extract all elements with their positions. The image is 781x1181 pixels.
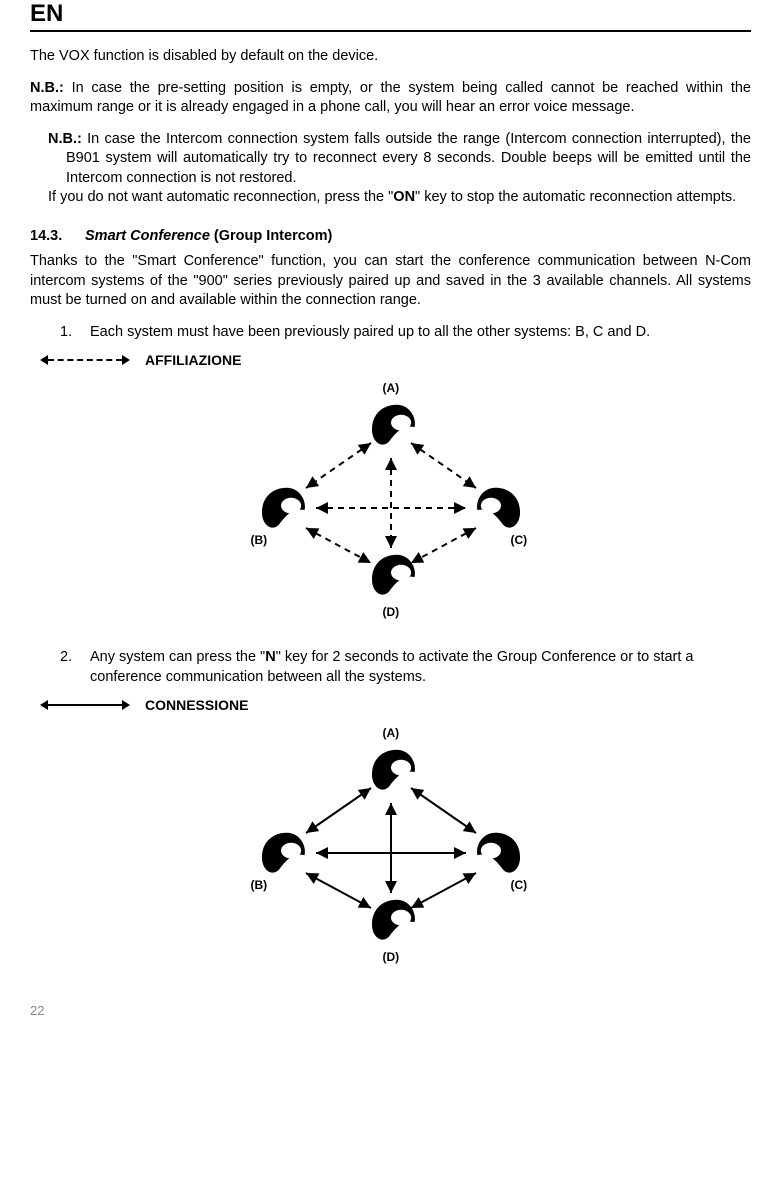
nb2-text2b: " key to stop the automatic reconnection… bbox=[415, 189, 736, 205]
paragraph-vox: The VOX function is disabled by default … bbox=[30, 47, 751, 67]
page-header: EN bbox=[30, 0, 751, 32]
label-d: (D) bbox=[383, 605, 400, 619]
step2-text-a: Any system can press the " bbox=[90, 649, 265, 665]
section-intro: Thanks to the "Smart Conference" functio… bbox=[30, 252, 751, 311]
section-title-rest: (Group Intercom) bbox=[210, 228, 332, 244]
paragraph-nb2: N.B.: In case the Intercom connection sy… bbox=[30, 130, 751, 208]
section-heading: 14.3.Smart Conference (Group Intercom) bbox=[30, 228, 751, 244]
diagram-connessione: (A) (B) (C) (D) bbox=[211, 718, 571, 978]
page-number: 22 bbox=[30, 1003, 751, 1018]
helmet-icon-c bbox=[473, 481, 529, 537]
section-number: 14.3. bbox=[30, 228, 85, 244]
step-1-num: 1. bbox=[60, 323, 90, 343]
connessione-legend: CONNESSIONE bbox=[40, 697, 751, 713]
connessione-label: CONNESSIONE bbox=[145, 697, 248, 713]
step-2: 2. Any system can press the "N" key for … bbox=[60, 648, 751, 687]
nb2-text2a: If you do not want automatic reconnectio… bbox=[48, 189, 393, 205]
nb2-text1: In case the Intercom connection system f… bbox=[66, 131, 751, 186]
diagram-affiliazione: (A) (B) (C) (D) bbox=[211, 373, 571, 633]
step-1-text: Each system must have been previously pa… bbox=[90, 323, 650, 343]
step-1: 1. Each system must have been previously… bbox=[60, 323, 751, 343]
on-key: ON bbox=[393, 189, 415, 205]
helmet-icon-a2 bbox=[363, 743, 419, 799]
nb1-label: N.B.: bbox=[30, 80, 64, 96]
label-a: (A) bbox=[383, 381, 400, 395]
affiliazione-label: AFFILIAZIONE bbox=[145, 352, 241, 368]
paragraph-nb1: N.B.: In case the pre-setting position i… bbox=[30, 79, 751, 118]
nb1-text: In case the pre-setting position is empt… bbox=[30, 80, 751, 116]
n-key: N bbox=[265, 649, 275, 665]
label-d2: (D) bbox=[383, 950, 400, 964]
helmet-icon-b2 bbox=[253, 826, 309, 882]
solid-arrow-icon bbox=[40, 699, 130, 711]
helmet-icon-c2 bbox=[473, 826, 529, 882]
label-a2: (A) bbox=[383, 726, 400, 740]
affiliazione-legend: AFFILIAZIONE bbox=[40, 352, 751, 368]
helmet-icon-d2 bbox=[363, 893, 419, 949]
section-title-italic: Smart Conference bbox=[85, 228, 210, 244]
helmet-icon-d bbox=[363, 548, 419, 604]
step-2-text: Any system can press the "N" key for 2 s… bbox=[90, 648, 751, 687]
nb2-line2: If you do not want automatic reconnectio… bbox=[30, 188, 751, 208]
nb2-label: N.B.: bbox=[48, 131, 82, 147]
helmet-icon-a bbox=[363, 398, 419, 454]
helmet-icon-b bbox=[253, 481, 309, 537]
step-2-num: 2. bbox=[60, 648, 90, 687]
dashed-arrow-icon bbox=[40, 354, 130, 366]
